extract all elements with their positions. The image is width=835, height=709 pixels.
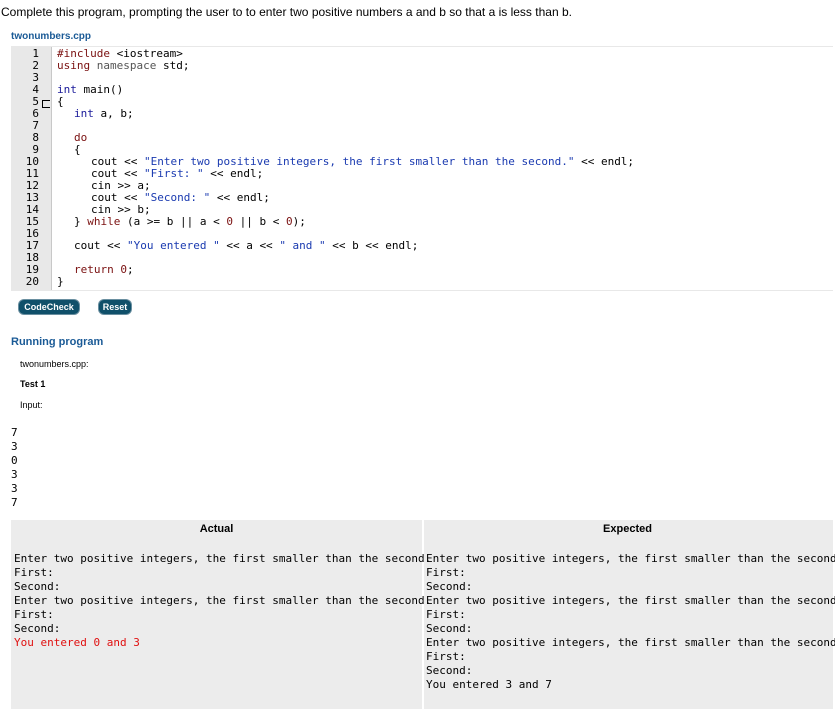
code-line: } while (a >= b || a < 0 || b < 0); — [74, 216, 306, 228]
code-token: std; — [156, 59, 190, 72]
code-line: } — [57, 276, 64, 288]
code-editor[interactable]: 1 2 3 4 5 6 7 8 9 10 11 12 13 14 15 16 1… — [11, 46, 833, 291]
code-token: while — [87, 215, 121, 228]
output-line: Enter two positive integers, the first s… — [14, 594, 432, 607]
code-line: using namespace std; — [57, 60, 189, 72]
input-values: 7 3 0 3 3 7 — [11, 426, 18, 510]
expected-column-header: Expected — [603, 523, 652, 535]
run-filename: twonumbers.cpp: — [20, 359, 89, 369]
output-line: Enter two positive integers, the first s… — [426, 594, 835, 607]
expected-output: Enter two positive integers, the first s… — [426, 552, 835, 692]
output-line: Enter two positive integers, the first s… — [426, 636, 835, 649]
code-token: << a << — [219, 239, 280, 252]
code-token: } — [74, 215, 88, 228]
code-line: return 0; — [74, 264, 134, 276]
code-line: int a, b; — [74, 108, 134, 120]
code-token: { — [74, 143, 81, 156]
output-line: First: — [14, 566, 54, 579]
code-token: 0 — [120, 263, 127, 276]
code-line: int main() — [57, 84, 123, 96]
line-number-gutter: 1 2 3 4 5 6 7 8 9 10 11 12 13 14 15 16 1… — [11, 47, 52, 290]
actual-output: Enter two positive integers, the first s… — [14, 552, 431, 650]
editor-filename: twonumbers.cpp — [11, 31, 92, 42]
code-line: { — [74, 144, 81, 156]
input-value: 3 — [11, 482, 18, 495]
code-token: "You entered " — [126, 239, 220, 252]
problem-prompt: Complete this program, prompting the use… — [1, 5, 572, 19]
code-token: 0 — [226, 215, 233, 228]
mismatch-output-line: You entered 0 and 3 — [14, 636, 140, 649]
line-number: 20 — [25, 275, 39, 288]
code-token: (a >= b || a < — [120, 215, 227, 228]
reset-button[interactable]: Reset — [99, 300, 131, 314]
code-token: cout << — [74, 239, 127, 252]
code-line: { — [57, 96, 64, 108]
output-line: First: — [426, 650, 466, 663]
code-token: ); — [292, 215, 306, 228]
code-token: } — [57, 275, 64, 288]
code-token: << b << endl; — [325, 239, 419, 252]
code-line: cout << "You entered " << a << " and " <… — [74, 240, 418, 252]
output-comparison-table: Actual Expected Enter two positive integ… — [11, 520, 835, 709]
code-token: ; — [126, 263, 134, 276]
code-token: " and " — [279, 239, 326, 252]
fold-marker-icon[interactable] — [42, 100, 50, 108]
code-token: namespace — [96, 59, 157, 72]
output-line: Second: — [14, 622, 61, 635]
input-value: 3 — [11, 468, 18, 481]
output-line: First: — [14, 608, 54, 621]
running-program-heading: Running program — [11, 336, 104, 348]
input-value: 0 — [11, 454, 18, 467]
output-line: First: — [426, 608, 466, 621]
output-line: Enter two positive integers, the first s… — [14, 552, 432, 565]
test-heading: Test 1 — [20, 379, 46, 389]
code-token: << endl; — [574, 155, 635, 168]
code-token: a, b; — [93, 107, 134, 120]
code-token: << endl; — [203, 167, 264, 180]
code-token: using — [57, 59, 97, 72]
output-line: Enter two positive integers, the first s… — [426, 552, 835, 565]
output-line: Second: — [426, 664, 473, 677]
input-value: 7 — [11, 426, 18, 439]
code-token: || b < — [232, 215, 286, 228]
output-line: Second: — [426, 622, 473, 635]
input-label: Input: — [20, 400, 43, 410]
code-token: { — [57, 95, 64, 108]
code-token: "Second: " — [143, 191, 211, 204]
input-value: 7 — [11, 496, 18, 509]
output-line: First: — [426, 566, 466, 579]
code-token: << endl; — [210, 191, 270, 204]
output-line: Second: — [426, 580, 473, 593]
output-line: You entered 3 and 7 — [426, 678, 552, 691]
code-token: "First: " — [143, 167, 204, 180]
code-token: return — [74, 263, 121, 276]
input-value: 3 — [11, 440, 18, 453]
output-line: Second: — [14, 580, 61, 593]
code-token: main() — [76, 83, 124, 96]
codecheck-button[interactable]: CodeCheck — [19, 300, 79, 314]
code-token: 0 — [285, 215, 293, 228]
actual-column-header: Actual — [199, 523, 234, 535]
code-token: int — [74, 107, 94, 120]
